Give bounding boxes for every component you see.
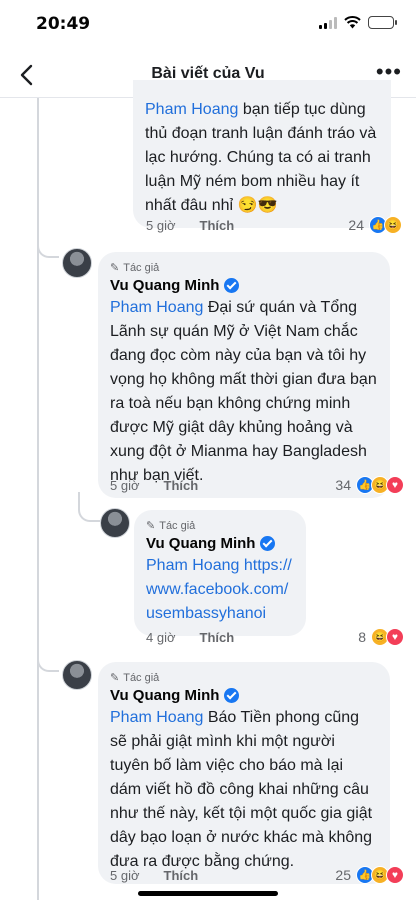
pencil-icon: ✎ xyxy=(110,262,120,274)
reaction-count: 8 xyxy=(358,629,366,645)
comment-text: Pham Hoang Đại sứ quán và Tổng Lãnh sự q… xyxy=(110,299,377,484)
comment-meta: 5 giờ Thích xyxy=(146,218,234,233)
verified-badge-icon xyxy=(224,278,240,293)
comment-meta: 4 giờ Thích xyxy=(146,630,234,645)
commenter-name[interactable]: Vu Quang Minh xyxy=(146,535,294,552)
author-badge: ✎ Tác giả xyxy=(110,261,160,275)
pencil-icon: ✎ xyxy=(146,520,156,532)
comment-bubble: ✎ Tác giả Vu Quang Minh Pham Hoang https:… xyxy=(134,510,306,636)
reaction-count: 25 xyxy=(335,867,351,883)
haha-reaction-icon: 😆 xyxy=(384,216,402,234)
pencil-icon: ✎ xyxy=(110,672,120,684)
like-button[interactable]: Thích xyxy=(200,218,235,233)
thread-connector xyxy=(37,236,59,258)
comment-text: Pham Hoang https://www.facebook.com/usem… xyxy=(146,554,294,626)
thread-connector xyxy=(37,650,59,672)
comment-time: 4 giờ xyxy=(146,630,176,645)
status-icons xyxy=(319,16,397,29)
avatar[interactable] xyxy=(100,508,130,538)
commenter-name[interactable]: Vu Quang Minh xyxy=(110,277,378,294)
mention-link[interactable]: Pham Hoang xyxy=(146,557,239,574)
status-time: 20:49 xyxy=(36,14,91,34)
battery-icon xyxy=(368,16,397,29)
like-button[interactable]: Thích xyxy=(164,868,199,883)
comment-time: 5 giờ xyxy=(110,478,140,493)
status-bar: 20:49 xyxy=(0,0,416,52)
mention-link[interactable]: Pham Hoang xyxy=(145,101,238,118)
comment-text: Pham Hoang bạn tiếp tục dùng thủ đoạn tr… xyxy=(145,101,377,214)
author-badge: ✎ Tác giả xyxy=(146,519,196,533)
reaction-summary[interactable]: 24 👍 😆 xyxy=(348,216,402,234)
avatar[interactable] xyxy=(62,660,92,690)
mention-link[interactable]: Pham Hoang xyxy=(110,709,203,726)
comment-bubble: ✎ Tác giả Vu Quang Minh Pham Hoang Đại sứ… xyxy=(98,252,390,498)
reaction-summary[interactable]: 34 👍 😆 ♥ xyxy=(335,476,404,494)
like-button[interactable]: Thích xyxy=(164,478,199,493)
thread-connector xyxy=(78,492,100,522)
comment-bubble: ✎ Tác giả Vu Quang Minh Pham Hoang Báo Ti… xyxy=(98,662,390,884)
comment-time: 5 giờ xyxy=(110,868,140,883)
avatar[interactable] xyxy=(62,248,92,278)
mention-link[interactable]: Pham Hoang xyxy=(110,299,203,316)
like-button[interactable]: Thích xyxy=(200,630,235,645)
verified-badge-icon xyxy=(224,688,240,703)
comment-time: 5 giờ xyxy=(146,218,176,233)
home-indicator[interactable] xyxy=(138,891,278,896)
verified-badge-icon xyxy=(260,536,276,551)
comment-meta: 5 giờ Thích xyxy=(110,478,198,493)
reaction-summary[interactable]: 25 👍 😆 ♥ xyxy=(335,866,404,884)
author-badge: ✎ Tác giả xyxy=(110,671,160,685)
cellular-signal-icon xyxy=(319,16,337,29)
wifi-icon xyxy=(344,16,361,29)
comment-text: Pham Hoang Báo Tiền phong cũng sẽ phải g… xyxy=(110,709,373,870)
more-options-icon[interactable]: ••• xyxy=(376,61,402,83)
thread-line xyxy=(37,98,39,900)
comment-meta: 5 giờ Thích xyxy=(110,868,198,883)
love-reaction-icon: ♥ xyxy=(386,866,404,884)
comment-bubble: Pham Hoang bạn tiếp tục dùng thủ đoạn tr… xyxy=(133,80,391,228)
commenter-name[interactable]: Vu Quang Minh xyxy=(110,687,378,704)
love-reaction-icon: ♥ xyxy=(386,628,404,646)
reaction-summary[interactable]: 8 😆 ♥ xyxy=(358,628,404,646)
reaction-count: 34 xyxy=(335,477,351,493)
reaction-count: 24 xyxy=(348,217,364,233)
love-reaction-icon: ♥ xyxy=(386,476,404,494)
